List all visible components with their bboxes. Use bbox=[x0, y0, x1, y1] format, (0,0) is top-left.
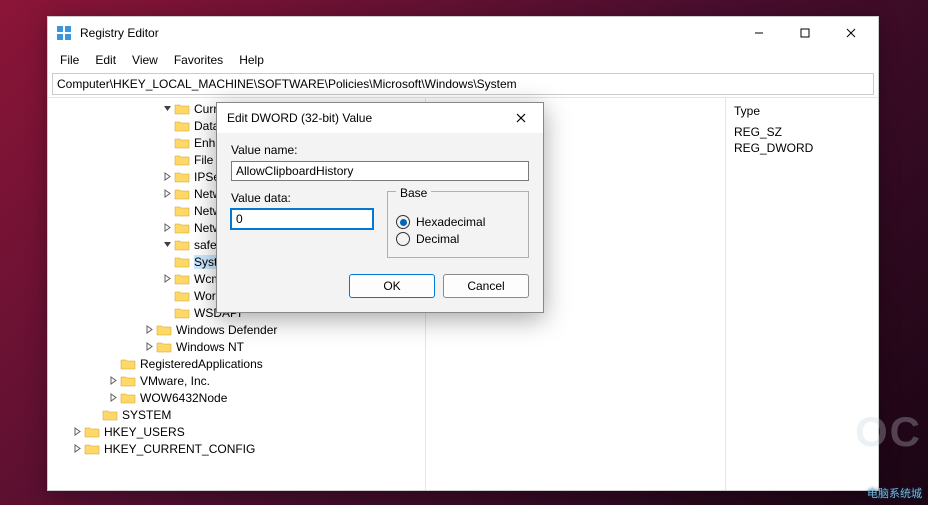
tree-item[interactable]: WOW6432Node bbox=[48, 389, 425, 406]
folder-icon bbox=[174, 221, 190, 235]
folder-icon bbox=[174, 102, 190, 116]
chevron-right-icon[interactable] bbox=[160, 274, 174, 283]
folder-icon bbox=[174, 119, 190, 133]
tree-item[interactable]: Windows Defender bbox=[48, 321, 425, 338]
chevron-down-icon[interactable] bbox=[160, 240, 174, 249]
folder-icon bbox=[174, 136, 190, 150]
chevron-right-icon[interactable] bbox=[70, 427, 84, 436]
chevron-right-icon[interactable] bbox=[160, 223, 174, 232]
folder-icon bbox=[102, 408, 118, 422]
tree-item-label: HKEY_CURRENT_CONFIG bbox=[104, 442, 255, 456]
base-label: Base bbox=[396, 186, 431, 200]
radio-hexadecimal[interactable]: Hexadecimal bbox=[396, 215, 520, 229]
menubar: File Edit View Favorites Help bbox=[48, 49, 878, 71]
tree-item[interactable]: HKEY_CURRENT_CONFIG bbox=[48, 440, 425, 457]
close-button[interactable] bbox=[828, 17, 874, 49]
folder-icon bbox=[174, 289, 190, 303]
menu-edit[interactable]: Edit bbox=[87, 51, 124, 69]
radio-decimal[interactable]: Decimal bbox=[396, 232, 520, 246]
folder-icon bbox=[84, 425, 100, 439]
folder-icon bbox=[156, 340, 172, 354]
folder-icon bbox=[120, 357, 136, 371]
chevron-right-icon[interactable] bbox=[142, 342, 156, 351]
folder-icon bbox=[174, 153, 190, 167]
chevron-right-icon[interactable] bbox=[106, 393, 120, 402]
tree-item-label: VMware, Inc. bbox=[140, 374, 210, 388]
radio-hex-label: Hexadecimal bbox=[416, 215, 485, 229]
folder-icon bbox=[174, 238, 190, 252]
list-cell-type: REG_SZ bbox=[734, 124, 870, 140]
folder-icon bbox=[174, 204, 190, 218]
folder-icon bbox=[174, 306, 190, 320]
dialog-close-button[interactable] bbox=[509, 106, 533, 130]
value-data-input[interactable] bbox=[231, 209, 373, 229]
ok-button[interactable]: OK bbox=[349, 274, 435, 298]
chevron-down-icon[interactable] bbox=[160, 104, 174, 113]
folder-icon bbox=[174, 272, 190, 286]
chevron-right-icon[interactable] bbox=[160, 172, 174, 181]
folder-icon bbox=[84, 442, 100, 456]
radio-dec-label: Decimal bbox=[416, 232, 459, 246]
value-data-label: Value data: bbox=[231, 191, 373, 205]
radio-icon bbox=[396, 215, 410, 229]
tree-item-label: SYSTEM bbox=[122, 408, 171, 422]
tree-item-label: Windows NT bbox=[176, 340, 244, 354]
folder-icon bbox=[174, 170, 190, 184]
chevron-right-icon[interactable] bbox=[142, 325, 156, 334]
menu-file[interactable]: File bbox=[52, 51, 87, 69]
window-title: Registry Editor bbox=[80, 26, 736, 40]
menu-favorites[interactable]: Favorites bbox=[166, 51, 231, 69]
app-icon bbox=[56, 25, 72, 41]
dialog-titlebar[interactable]: Edit DWORD (32-bit) Value bbox=[217, 103, 543, 133]
tree-item-label: RegisteredApplications bbox=[140, 357, 263, 371]
chevron-right-icon[interactable] bbox=[106, 376, 120, 385]
folder-icon bbox=[120, 374, 136, 388]
chevron-right-icon[interactable] bbox=[70, 444, 84, 453]
cancel-button[interactable]: Cancel bbox=[443, 274, 529, 298]
edit-dword-dialog: Edit DWORD (32-bit) Value Value name: Va… bbox=[216, 102, 544, 313]
folder-icon bbox=[174, 187, 190, 201]
tree-item-label: WOW6432Node bbox=[140, 391, 227, 405]
dialog-title: Edit DWORD (32-bit) Value bbox=[227, 111, 372, 125]
tree-item[interactable]: VMware, Inc. bbox=[48, 372, 425, 389]
tree-item[interactable]: Windows NT bbox=[48, 338, 425, 355]
value-name-input[interactable] bbox=[231, 161, 529, 181]
titlebar[interactable]: Registry Editor bbox=[48, 17, 878, 49]
tree-item[interactable]: HKEY_USERS bbox=[48, 423, 425, 440]
tree-item[interactable]: RegisteredApplications bbox=[48, 355, 425, 372]
address-bar[interactable]: Computer\HKEY_LOCAL_MACHINE\SOFTWARE\Pol… bbox=[52, 73, 874, 95]
value-name-label: Value name: bbox=[231, 143, 529, 157]
folder-icon bbox=[174, 255, 190, 269]
column-header-type[interactable]: Type bbox=[734, 102, 870, 124]
menu-view[interactable]: View bbox=[124, 51, 166, 69]
chevron-right-icon[interactable] bbox=[160, 189, 174, 198]
address-text: Computer\HKEY_LOCAL_MACHINE\SOFTWARE\Pol… bbox=[57, 77, 517, 91]
folder-icon bbox=[120, 391, 136, 405]
list-cell-type: REG_DWORD bbox=[734, 140, 870, 156]
tree-item-label: HKEY_USERS bbox=[104, 425, 185, 439]
maximize-button[interactable] bbox=[782, 17, 828, 49]
radio-icon bbox=[396, 232, 410, 246]
tree-item[interactable]: SYSTEM bbox=[48, 406, 425, 423]
minimize-button[interactable] bbox=[736, 17, 782, 49]
folder-icon bbox=[156, 323, 172, 337]
menu-help[interactable]: Help bbox=[231, 51, 272, 69]
tree-item-label: Windows Defender bbox=[176, 323, 277, 337]
